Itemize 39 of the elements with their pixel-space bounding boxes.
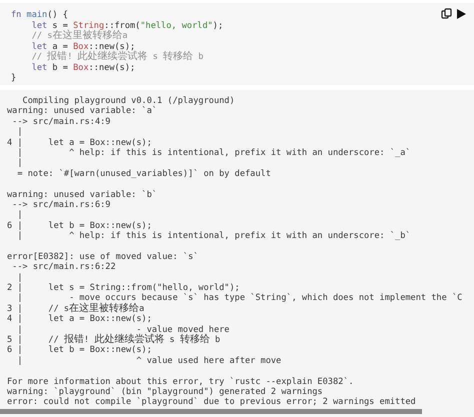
output-line: --> src/main.rs:6:22: [11, 262, 116, 273]
output-line: | - move occurs because `s` has type `String`, which does not implement the `C: [16, 293, 462, 304]
scrollbar[interactable]: [0, 409, 422, 414]
output-line: |: [16, 272, 23, 283]
output-line: error: could not compile `playground` due to previous error; 2 warnings emitted: [7, 397, 416, 408]
code-line: let a = Box::new(s);: [32, 42, 136, 52]
output-line: |: [16, 127, 23, 138]
output-line: 2 | let s = String::from("hello, world");: [7, 283, 240, 294]
output-line: | ^ help: if this is intentional, prefix it with an underscore: `_a`: [16, 148, 411, 158]
output-line: 4 | let a = Box::new(s);: [7, 138, 152, 148]
code-line: let b = Box::new(s);: [32, 62, 136, 73]
code-line: }: [11, 73, 16, 84]
copy-button[interactable]: [441, 8, 452, 19]
output-line: warning: unused variable: `b`: [7, 190, 158, 200]
output-line: | ^ help: if this is intentional, prefix it with an underscore: `_b`: [16, 231, 411, 242]
code-line: // s在这里被转移给a: [32, 31, 128, 42]
output-line: |: [16, 158, 23, 169]
run-button[interactable]: [457, 8, 466, 18]
output-line: = note: `#[warn(unused_variables)]` on by default: [16, 168, 271, 180]
output-line: Compiling playground v0.0.1 (/playground): [22, 96, 235, 106]
output-line: | ^ value used here after move: [16, 356, 282, 366]
output-line: warning: unused variable: `a`: [7, 106, 158, 117]
output-line: | - value moved here: [16, 324, 230, 335]
output-line: |: [16, 210, 23, 221]
output-line: --> src/main.rs:6:9: [11, 200, 110, 210]
play-icon: [457, 8, 466, 18]
code-line: fn main() {: [11, 10, 68, 20]
output-line: 4 | let a = Box::new(s);: [7, 314, 152, 325]
output-line: For more information about this error, try `rustc --explain E0382`.: [7, 376, 354, 387]
output-line: 6 | let b = Box::new(s);: [7, 345, 152, 356]
copy-icon: [441, 8, 452, 19]
output-line: 6 | let b = Box::new(s);: [7, 220, 152, 231]
output-line: warning: `playground` (bin "playground") generated 2 warnings: [7, 386, 323, 397]
output-line: error[E0382]: use of moved value: `s`: [7, 252, 198, 262]
output-line: --> src/main.rs:4:9: [11, 116, 110, 127]
output-line: 3 | // s在这里被转移给a: [7, 304, 144, 314]
code-line: let s = String::from("hello, world");: [32, 20, 224, 30]
code-line: // 报错! 此处继续尝试将 s 转移给 b: [32, 52, 204, 62]
output-line: 5 | // 报错! 此处继续尝试将 s 转移给 b: [7, 334, 220, 346]
